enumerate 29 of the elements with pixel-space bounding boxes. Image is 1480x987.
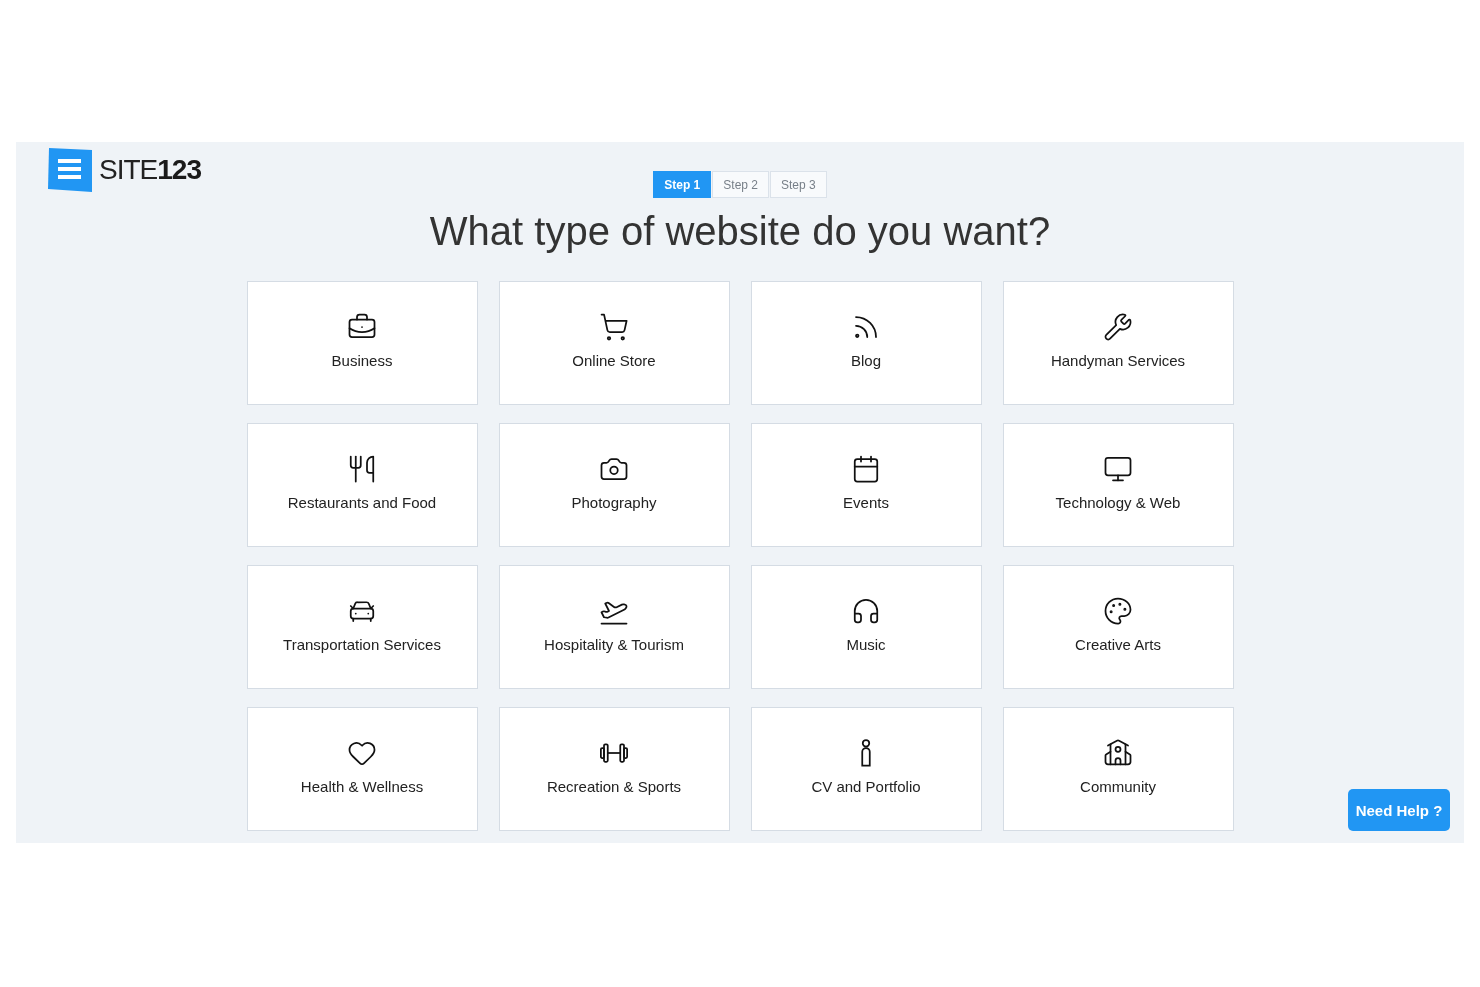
- category-card[interactable]: Blog: [750, 281, 982, 405]
- logo-icon: [48, 148, 92, 192]
- category-card[interactable]: Health & Wellness: [246, 707, 478, 831]
- category-card[interactable]: Handyman Services: [1002, 281, 1234, 405]
- monitor-icon: [1103, 454, 1133, 484]
- category-card[interactable]: Recreation & Sports: [498, 707, 730, 831]
- wrench-icon: [1103, 312, 1133, 342]
- headphones-icon: [851, 596, 881, 626]
- category-card[interactable]: Music: [750, 565, 982, 689]
- category-card[interactable]: Photography: [498, 423, 730, 547]
- logo-text: SITE123: [99, 153, 201, 187]
- category-card[interactable]: CV and Portfolio: [750, 707, 982, 831]
- category-card[interactable]: Online Store: [498, 281, 730, 405]
- category-card[interactable]: Events: [750, 423, 982, 547]
- step-tab[interactable]: Step 2: [712, 171, 769, 198]
- category-card[interactable]: Transportation Services: [246, 565, 478, 689]
- page-title: What type of website do you want?: [428, 208, 1052, 254]
- calendar-icon: [851, 454, 881, 484]
- shopping-cart-icon: [599, 312, 629, 342]
- category-card[interactable]: Business: [246, 281, 478, 405]
- palette-icon: [1103, 596, 1133, 626]
- category-card[interactable]: Technology & Web: [1002, 423, 1234, 547]
- fork-knife-icon: [347, 454, 377, 484]
- step-tab[interactable]: Step 3: [770, 171, 827, 198]
- category-card[interactable]: Community: [1002, 707, 1234, 831]
- school-building-icon: [1103, 738, 1133, 768]
- category-card[interactable]: Hospitality & Tourism: [498, 565, 730, 689]
- category-card[interactable]: Creative Arts: [1002, 565, 1234, 689]
- category-card[interactable]: Restaurants and Food: [246, 423, 478, 547]
